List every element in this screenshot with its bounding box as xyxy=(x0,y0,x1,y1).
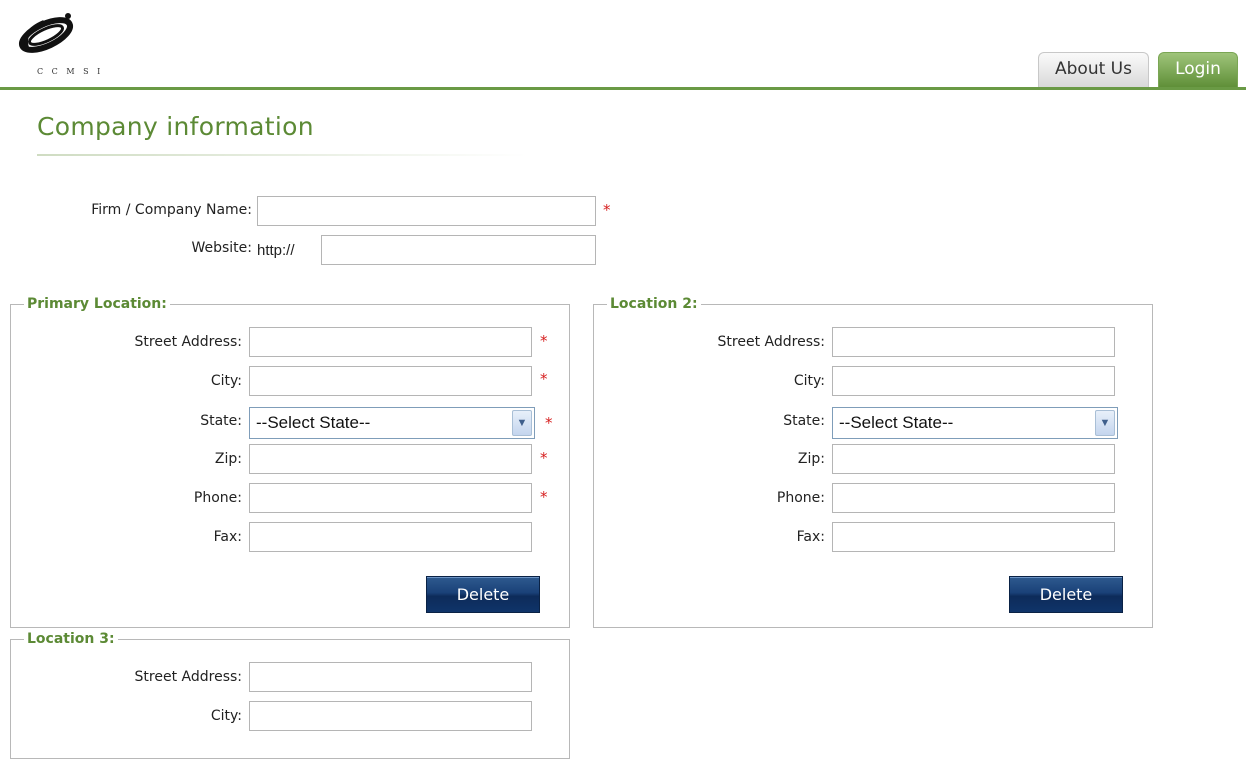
primary-city-input[interactable] xyxy=(249,366,532,396)
location-2-state-value: --Select State-- xyxy=(839,413,954,432)
primary-phone-input[interactable] xyxy=(249,483,532,513)
required-marker: * xyxy=(603,201,611,219)
primary-fax-input[interactable] xyxy=(249,522,532,552)
location-2-fax-input[interactable] xyxy=(832,522,1115,552)
tab-about-us[interactable]: About Us xyxy=(1038,52,1149,87)
street-address-label: Street Address: xyxy=(717,334,825,350)
primary-state-value: --Select State-- xyxy=(256,413,371,432)
state-label: State: xyxy=(200,413,242,429)
company-name-input[interactable] xyxy=(257,196,596,226)
phone-label: Phone: xyxy=(193,490,242,506)
location-2-phone-input[interactable] xyxy=(832,483,1115,513)
website-label: Website: xyxy=(191,240,252,256)
street-address-label: Street Address: xyxy=(134,669,242,685)
title-divider xyxy=(37,154,527,156)
required-marker: * xyxy=(540,332,548,350)
website-prefix: http:// xyxy=(257,242,295,259)
primary-location-legend: Primary Location: xyxy=(24,296,170,312)
required-marker: * xyxy=(540,449,548,467)
chevron-down-icon[interactable]: ▼ xyxy=(1095,410,1115,436)
website-input[interactable] xyxy=(321,235,596,265)
city-label: City: xyxy=(210,708,242,724)
primary-street-input[interactable] xyxy=(249,327,532,357)
tab-login[interactable]: Login xyxy=(1158,52,1238,87)
location-3-group: Location 3: xyxy=(10,631,570,759)
required-marker: * xyxy=(540,488,548,506)
logo-wordmark: C C M S I xyxy=(37,67,104,76)
primary-state-select[interactable]: --Select State-- ▼ xyxy=(249,407,535,439)
city-label: City: xyxy=(793,373,825,389)
state-label: State: xyxy=(783,413,825,429)
primary-zip-input[interactable] xyxy=(249,444,532,474)
location-2-delete-button[interactable]: Delete xyxy=(1009,576,1123,613)
chevron-down-icon[interactable]: ▼ xyxy=(512,410,532,436)
location-2-street-input[interactable] xyxy=(832,327,1115,357)
company-name-label: Firm / Company Name: xyxy=(91,202,252,218)
zip-label: Zip: xyxy=(797,451,825,467)
location-2-zip-input[interactable] xyxy=(832,444,1115,474)
location-3-legend: Location 3: xyxy=(24,631,118,647)
zip-label: Zip: xyxy=(214,451,242,467)
street-address-label: Street Address: xyxy=(134,334,242,350)
location-2-city-input[interactable] xyxy=(832,366,1115,396)
required-marker: * xyxy=(545,414,553,432)
page-title: Company information xyxy=(37,112,314,141)
city-label: City: xyxy=(210,373,242,389)
location-3-street-input[interactable] xyxy=(249,662,532,692)
location-2-state-select[interactable]: --Select State-- ▼ xyxy=(832,407,1118,439)
required-marker: * xyxy=(540,370,548,388)
fax-label: Fax: xyxy=(213,529,242,545)
phone-label: Phone: xyxy=(776,490,825,506)
header-divider xyxy=(0,87,1246,90)
fax-label: Fax: xyxy=(796,529,825,545)
location-2-legend: Location 2: xyxy=(607,296,701,312)
primary-delete-button[interactable]: Delete xyxy=(426,576,540,613)
header: C C M S I About Us Login xyxy=(0,0,1246,90)
